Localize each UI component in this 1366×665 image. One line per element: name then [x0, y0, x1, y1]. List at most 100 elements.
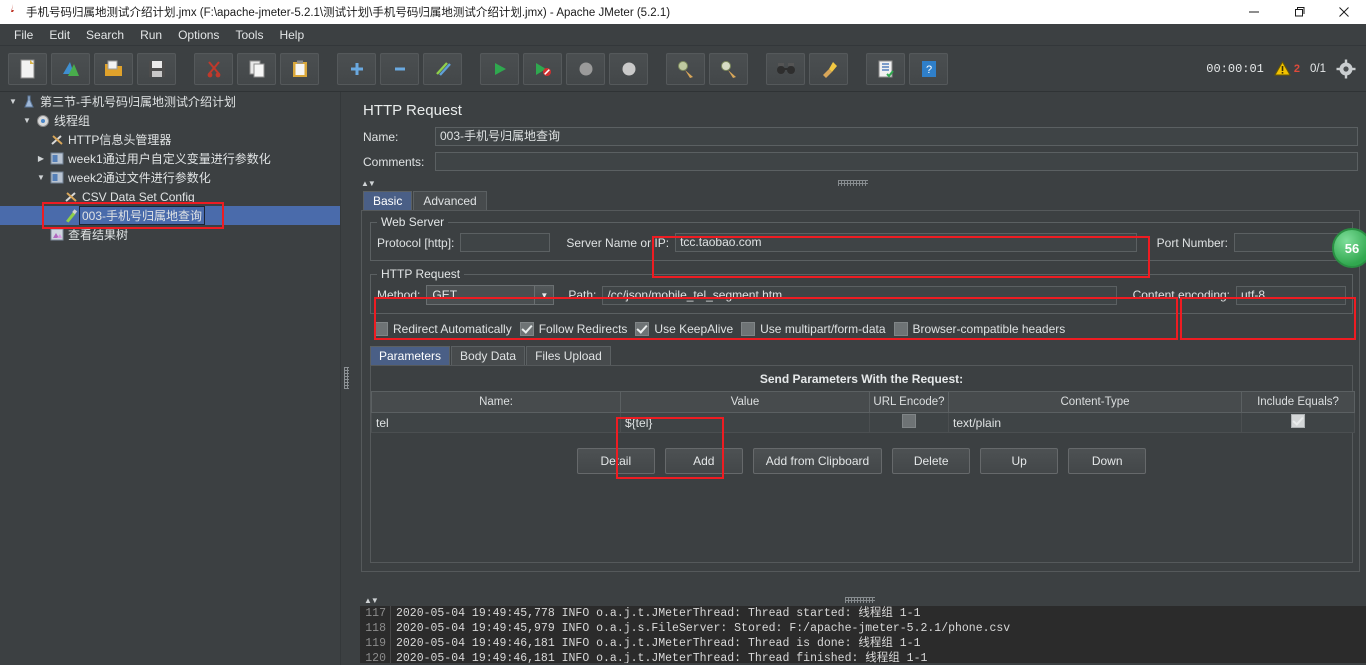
search-icon[interactable]: [766, 52, 805, 85]
tree-expand-toggle[interactable]: ▼: [34, 173, 48, 182]
param-name-cell[interactable]: tel: [371, 412, 621, 433]
open-icon[interactable]: [94, 52, 133, 85]
log-collapse-handle[interactable]: ▲▼: [360, 595, 1366, 606]
shutdown-icon[interactable]: [609, 52, 648, 85]
start-no-pauses-icon[interactable]: [523, 52, 562, 85]
chevron-down-icon[interactable]: ▼: [534, 286, 554, 304]
menu-tools[interactable]: Tools: [227, 26, 271, 44]
content-encoding-input[interactable]: [1236, 285, 1346, 305]
menu-file[interactable]: File: [6, 26, 41, 44]
tree-expand-toggle[interactable]: ▼: [6, 97, 20, 106]
collapse-arrows-icon[interactable]: ▲▼: [361, 179, 376, 188]
tree-node[interactable]: ▼ 线程组: [0, 111, 340, 130]
tree-expand-toggle[interactable]: ▼: [20, 116, 34, 125]
close-icon[interactable]: [1321, 0, 1366, 24]
menu-run[interactable]: Run: [132, 26, 170, 44]
save-icon[interactable]: [137, 52, 176, 85]
param-value-cell[interactable]: ${tel}: [620, 412, 870, 433]
table-header-row: Name: Value URL Encode? Content-Type Include…: [371, 391, 1355, 413]
tree-node-label: 003-手机号归属地查询: [78, 206, 206, 225]
reset-search-icon[interactable]: [809, 52, 848, 85]
toggle-icon[interactable]: [423, 52, 462, 85]
collapse-all-icon[interactable]: [380, 52, 419, 85]
table-row[interactable]: tel ${tel} text/plain: [371, 412, 1355, 433]
checkbox-icon[interactable]: [374, 322, 388, 336]
menu-help[interactable]: Help: [271, 26, 312, 44]
column-header[interactable]: Include Equals?: [1241, 391, 1355, 413]
protocol-input[interactable]: [460, 233, 551, 252]
templates-icon[interactable]: [51, 52, 90, 85]
name-input[interactable]: [435, 127, 1358, 146]
test-plan-tree[interactable]: ▼ 第三节-手机号码归属地测试介绍计划 ▼ 线程组 HTTP信息头管理器 ▶ week1通过…: [0, 92, 341, 665]
param-include-equals-cell[interactable]: [1241, 412, 1355, 433]
parameter-action-button[interactable]: Down: [1068, 448, 1147, 474]
checkbox-icon[interactable]: [741, 322, 756, 336]
tree-node[interactable]: CSV Data Set Config: [0, 187, 340, 206]
method-select[interactable]: GET ▼: [426, 285, 555, 305]
paste-icon[interactable]: [280, 52, 319, 85]
cut-icon[interactable]: [194, 52, 233, 85]
tree-node[interactable]: 003-手机号归属地查询: [0, 206, 340, 225]
option-label: Follow Redirects: [538, 322, 628, 336]
option-checkbox[interactable]: Use KeepAlive: [635, 322, 733, 336]
horizontal-grip[interactable]: [838, 180, 868, 186]
maximize-icon[interactable]: [1276, 0, 1321, 24]
param-url-encode-cell[interactable]: [869, 412, 949, 433]
tab-advanced[interactable]: Advanced: [413, 191, 487, 210]
parameter-action-button[interactable]: Detail: [576, 448, 655, 474]
minimize-icon[interactable]: [1231, 0, 1276, 24]
tab-basic[interactable]: Basic: [363, 191, 413, 210]
tree-node[interactable]: HTTP信息头管理器: [0, 130, 340, 149]
server-name-label: Server Name or IP:: [566, 235, 670, 250]
start-icon[interactable]: [480, 52, 519, 85]
column-header[interactable]: Value: [620, 391, 870, 413]
param-content-type-cell[interactable]: text/plain: [948, 412, 1242, 433]
tree-collapse-toggle[interactable]: ▶: [34, 154, 48, 163]
menu-edit[interactable]: Edit: [41, 26, 78, 44]
parameter-action-button[interactable]: Add: [664, 448, 743, 474]
tree-node[interactable]: 查看结果树: [0, 225, 340, 244]
parameter-action-button[interactable]: Up: [980, 448, 1059, 474]
option-checkbox[interactable]: Redirect Automatically: [374, 322, 512, 336]
tree-node[interactable]: ▶ week1通过用户自定义变量进行参数化: [0, 149, 340, 168]
expand-all-icon[interactable]: [337, 52, 376, 85]
parameter-action-button[interactable]: Delete: [892, 448, 971, 474]
tab-files-upload[interactable]: Files Upload: [526, 346, 611, 365]
option-checkbox[interactable]: Follow Redirects: [519, 322, 628, 336]
warning-indicator[interactable]: 2: [1274, 61, 1300, 76]
checkbox-icon[interactable]: [1291, 414, 1305, 428]
copy-icon[interactable]: [237, 52, 276, 85]
gear-icon[interactable]: [1336, 59, 1356, 79]
parameters-table[interactable]: Name: Value URL Encode? Content-Type Include…: [371, 391, 1355, 433]
checkbox-icon[interactable]: [893, 322, 908, 336]
collapse-handle[interactable]: ▲▼: [353, 177, 1366, 190]
function-helper-icon[interactable]: [866, 52, 905, 85]
menu-search[interactable]: Search: [78, 26, 132, 44]
column-header[interactable]: URL Encode?: [869, 391, 949, 413]
checkbox-icon[interactable]: [519, 322, 534, 336]
server-name-input[interactable]: [675, 233, 1137, 252]
clear-all-icon[interactable]: [709, 52, 748, 85]
clear-icon[interactable]: [666, 52, 705, 85]
port-input[interactable]: [1234, 233, 1346, 252]
tab-body-data[interactable]: Body Data: [451, 346, 526, 365]
checkbox-icon[interactable]: [902, 414, 916, 428]
column-header[interactable]: Content-Type: [948, 391, 1242, 413]
vertical-splitter[interactable]: [341, 92, 353, 665]
tab-parameters[interactable]: Parameters: [370, 346, 451, 365]
path-input[interactable]: [602, 285, 1117, 305]
help-icon[interactable]: ?: [909, 52, 948, 85]
tree-node[interactable]: ▼ 第三节-手机号码归属地测试介绍计划: [0, 92, 340, 111]
tree-node[interactable]: ▼ week2通过文件进行参数化: [0, 168, 340, 187]
menu-options[interactable]: Options: [170, 26, 227, 44]
checkbox-icon[interactable]: [635, 322, 650, 336]
option-checkbox[interactable]: Browser-compatible headers: [893, 322, 1065, 336]
new-icon[interactable]: [8, 52, 47, 85]
column-header[interactable]: Name:: [371, 391, 621, 413]
parameter-action-button[interactable]: Add from Clipboard: [752, 448, 883, 474]
log-horizontal-grip[interactable]: [845, 597, 875, 603]
option-checkbox[interactable]: Use multipart/form-data: [741, 322, 886, 336]
stop-icon[interactable]: [566, 52, 605, 85]
comments-input[interactable]: [435, 152, 1358, 171]
log-collapse-arrows-icon[interactable]: ▲▼: [364, 596, 379, 605]
